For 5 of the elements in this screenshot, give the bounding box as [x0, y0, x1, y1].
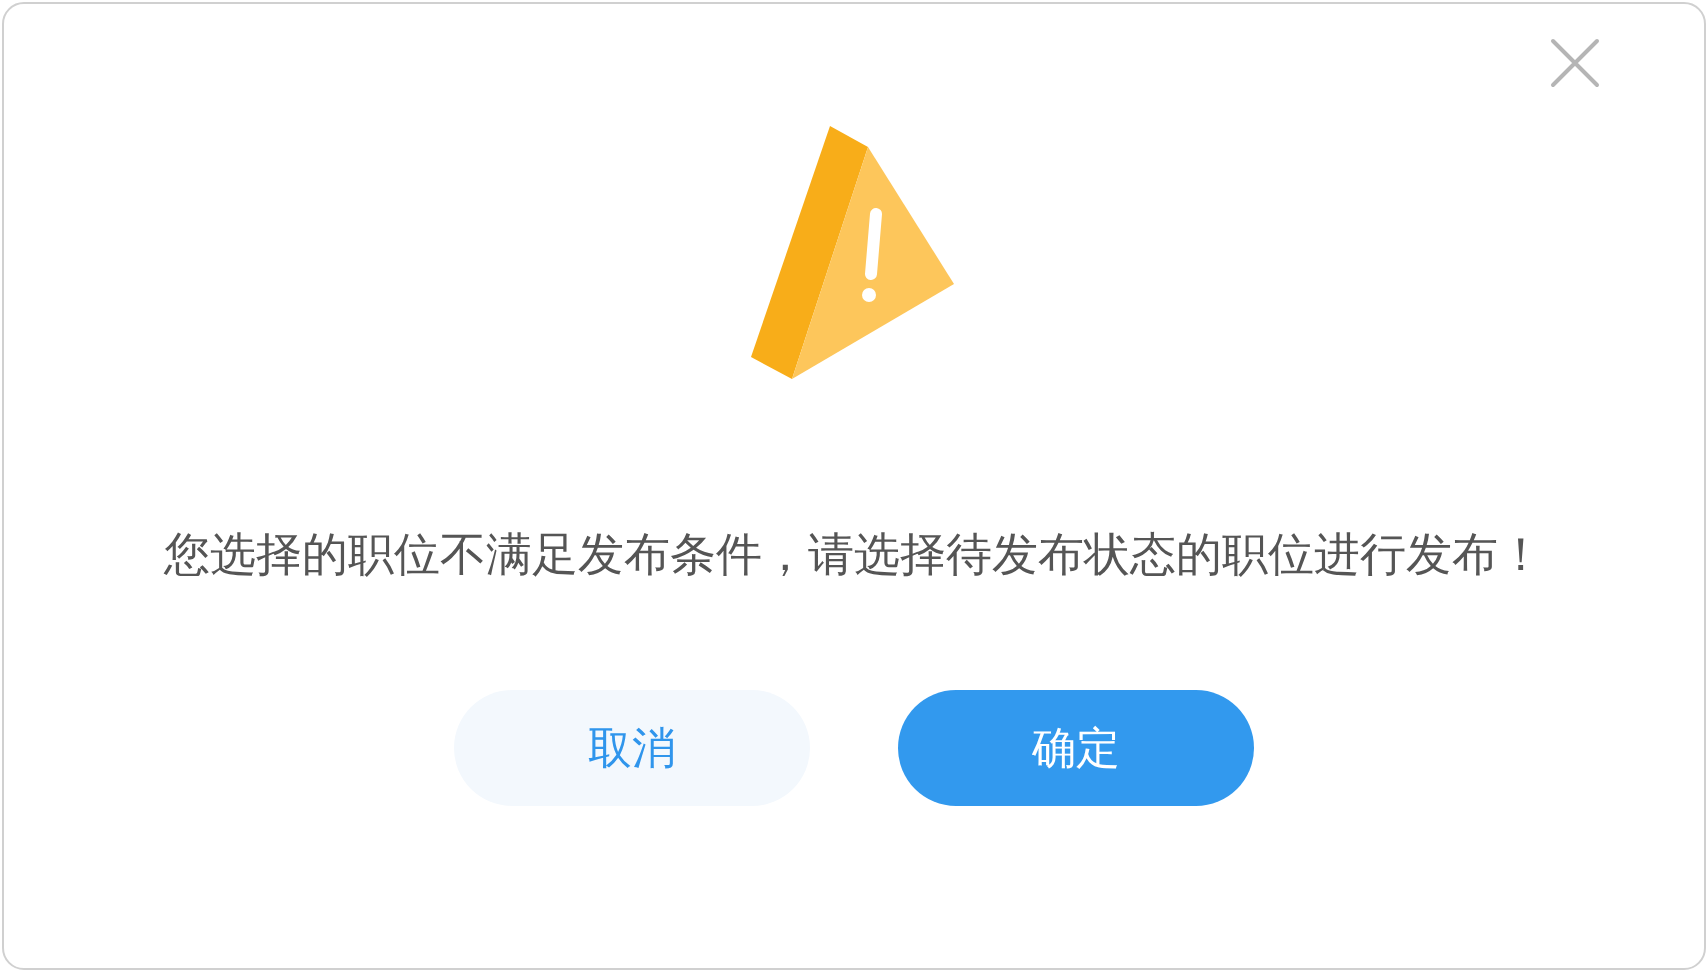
- close-icon[interactable]: [1550, 38, 1600, 88]
- warning-icon: [751, 126, 957, 382]
- cancel-button[interactable]: 取消: [454, 690, 810, 806]
- confirm-button[interactable]: 确定: [898, 690, 1254, 806]
- warning-message: 您选择的职位不满足发布条件，请选择待发布状态的职位进行发布！: [163, 527, 1545, 582]
